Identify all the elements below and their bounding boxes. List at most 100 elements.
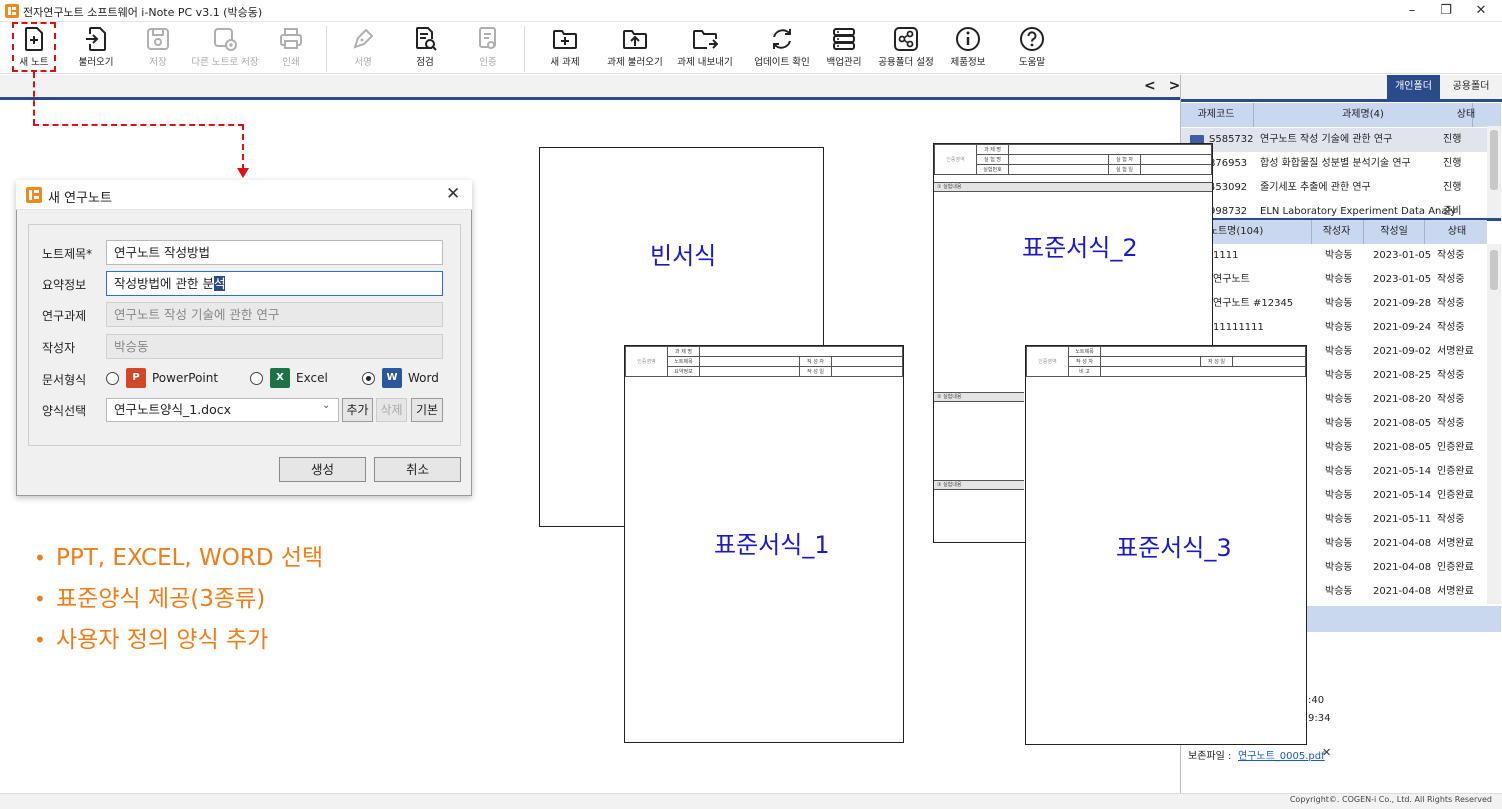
note-author-header[interactable]: 작성자 xyxy=(1311,220,1361,244)
note-status-cell: 작성중 xyxy=(1437,514,1465,525)
create-button[interactable]: 생성 xyxy=(279,457,366,482)
dialog-close-icon[interactable]: ✕ xyxy=(446,184,460,204)
project-status-header[interactable]: 상태 xyxy=(1431,103,1501,127)
cancel-button[interactable]: 취소 xyxy=(374,457,461,482)
delete-template-button[interactable]: 삭제 xyxy=(376,398,407,422)
word-icon: W xyxy=(382,368,402,388)
mini-field: 실 험 일 xyxy=(1108,164,1141,175)
project-scrollbar[interactable] xyxy=(1487,126,1501,220)
tab-shared-folder[interactable]: 공용폴더 xyxy=(1442,75,1500,99)
sign-button[interactable]: 서명 xyxy=(346,22,380,74)
project-row[interactable]: 876953 합성 화합물질 성분별 분석기술 연구 진행 xyxy=(1181,152,1487,176)
callout-arrow-icon xyxy=(237,168,249,178)
tab-personal-folder[interactable]: 개인폴더 xyxy=(1387,75,1440,99)
document-nav-bar xyxy=(0,75,1180,100)
note-date-cell: 2021-08-25 xyxy=(1373,370,1432,381)
dialog-app-icon xyxy=(26,187,42,203)
summary-input[interactable]: 작성방법에 관한 분석 xyxy=(106,271,443,296)
note-date-cell: 2021-05-14 xyxy=(1373,466,1432,477)
save-as-button[interactable]: 다른 노트로 저장 xyxy=(186,22,264,74)
shared-folder-label: 공용폴더 설정 xyxy=(878,57,934,68)
note-author-cell: 박승동 xyxy=(1325,370,1353,381)
remove-file-icon[interactable]: ✕ xyxy=(1322,746,1331,759)
mini-field: 요약정보 xyxy=(667,366,700,377)
mini-field: 과 제 명 xyxy=(976,144,1009,155)
database-icon xyxy=(833,28,855,50)
excel-icon: X xyxy=(270,368,290,388)
excel-label[interactable]: Excel xyxy=(296,371,328,385)
project-row[interactable]: S585732 연구노트 작성 기술에 관한 연구 진행 xyxy=(1181,128,1487,152)
toolbar: 새 노트 불러오기 저장 다른 노트로 저장 인쇄 서명 점검 인증 새 과제 … xyxy=(0,22,1502,74)
checklist-icon xyxy=(416,27,437,51)
project-row[interactable]: 453092 줄기세포 추출에 관한 연구 진행 xyxy=(1181,176,1487,200)
preserved-file-link[interactable]: 연구노트_0005.pdf xyxy=(1238,747,1325,762)
mini-field: 과 제 명 xyxy=(667,346,700,357)
note-row[interactable]: 11111111 박승동 2021-09-24 작성중 xyxy=(1181,316,1487,340)
save-label: 저장 xyxy=(149,57,167,68)
load-button[interactable]: 불러오기 xyxy=(72,22,120,74)
feature-bullet: • PPT, EXCEL, WORD 선택 xyxy=(34,545,324,571)
note-row[interactable]: 연구노트 박승동 2023-01-05 작성중 xyxy=(1181,268,1487,292)
note-date-cell: 2023-01-05 xyxy=(1373,274,1432,285)
selected-text: 석 xyxy=(213,276,226,291)
project-load-button[interactable]: 과제 불러오기 xyxy=(604,22,666,74)
note-status-cell: 작성중 xyxy=(1437,274,1465,285)
page-nav-arrows[interactable]: < > xyxy=(1144,78,1184,94)
note-status-cell: 인증완료 xyxy=(1437,442,1474,453)
excel-radio[interactable] xyxy=(250,372,263,385)
add-template-button[interactable]: 추가 xyxy=(342,398,373,422)
new-project-button[interactable]: 새 과제 xyxy=(546,22,584,74)
project-code-header[interactable]: 과제코드 xyxy=(1181,103,1251,127)
product-info-button[interactable]: 제품정보 xyxy=(948,22,988,74)
project-export-button[interactable]: 과제 내보내기 xyxy=(674,22,736,74)
note-row[interactable]: 1111 박승동 2023-01-05 작성중 xyxy=(1181,244,1487,268)
note-scrollbar[interactable] xyxy=(1487,244,1501,604)
note-date-cell: 2021-04-08 xyxy=(1373,562,1432,573)
note-author-cell: 박승동 xyxy=(1325,250,1353,261)
status-bar xyxy=(0,793,1502,809)
print-button[interactable]: 인쇄 xyxy=(274,22,308,74)
certify-button[interactable]: 인증 xyxy=(471,22,505,74)
note-author-cell: 박승동 xyxy=(1325,418,1353,429)
powerpoint-label[interactable]: PowerPoint xyxy=(152,371,218,385)
minimize-button[interactable]: – xyxy=(1394,0,1430,22)
project-name-cell: 줄기세포 추출에 관한 연구 xyxy=(1260,182,1371,193)
note-author-cell: 박승동 xyxy=(1325,562,1353,573)
note-date-header[interactable]: 작성일 xyxy=(1363,220,1425,244)
word-radio[interactable] xyxy=(362,372,375,385)
inspect-button[interactable]: 점검 xyxy=(408,22,442,74)
note-title-label: 노트제목* xyxy=(42,247,93,261)
pen-icon xyxy=(353,28,374,49)
note-status-header[interactable]: 상태 xyxy=(1427,220,1487,244)
mini-field: 실험번호 xyxy=(976,164,1009,175)
note-status-cell: 서명완료 xyxy=(1437,586,1474,597)
update-check-button[interactable]: 업데이트 확인 xyxy=(750,22,814,74)
note-name-cell: 1111 xyxy=(1213,250,1239,261)
folder-plus-icon xyxy=(553,30,577,49)
close-window-button[interactable]: ✕ xyxy=(1463,0,1499,22)
section-bar: ① 실험내용 xyxy=(934,182,1212,192)
help-button[interactable]: 도움말 xyxy=(1012,22,1052,74)
word-label[interactable]: Word xyxy=(408,371,439,385)
detail-time-fragment: :40 xyxy=(1308,695,1325,706)
note-date-cell: 2021-08-05 xyxy=(1373,442,1432,453)
project-load-label: 과제 불러오기 xyxy=(607,57,663,68)
note-date-cell: 2021-09-24 xyxy=(1373,322,1432,333)
note-status-cell: 서명완료 xyxy=(1437,538,1474,549)
note-title-input[interactable]: 연구노트 작성방법 xyxy=(106,240,443,265)
standard-template-2-label: 표준서식_2 xyxy=(1022,234,1138,262)
powerpoint-icon: P xyxy=(126,368,146,388)
maximize-button[interactable]: ❐ xyxy=(1428,0,1464,22)
backup-button[interactable]: 백업관리 xyxy=(822,22,866,74)
chevron-down-icon[interactable]: ⌄ xyxy=(322,400,330,411)
template-select[interactable]: 연구노트양식_1.docx xyxy=(106,398,339,422)
note-author-cell: 박승동 xyxy=(1325,274,1353,285)
powerpoint-radio[interactable] xyxy=(106,372,119,385)
project-code-cell: 453092 xyxy=(1209,182,1248,193)
note-row[interactable]: 연구노트 #12345 박승동 2021-09-28 작성중 xyxy=(1181,292,1487,316)
shared-folder-button[interactable]: 공용폴더 설정 xyxy=(874,22,938,74)
mini-field: 작 성 일 xyxy=(1200,356,1233,367)
save-button[interactable]: 저장 xyxy=(140,22,176,74)
default-template-button[interactable]: 기본 xyxy=(411,398,443,422)
note-table-header: 노트명(104) 작성자 작성일 상태 xyxy=(1181,220,1487,244)
